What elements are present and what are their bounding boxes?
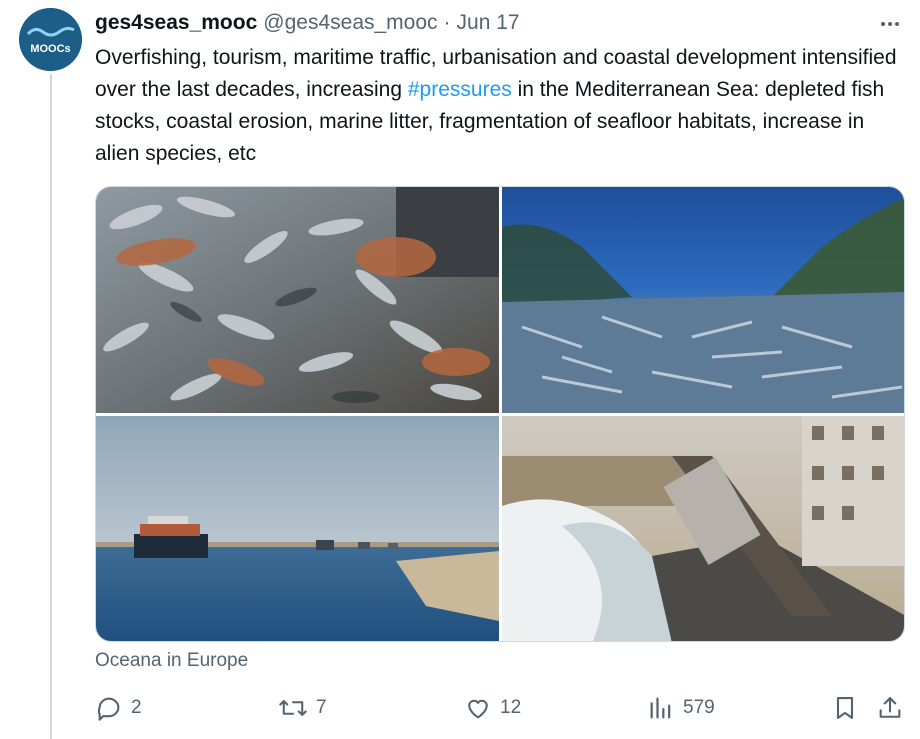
views-count: 579 — [683, 697, 715, 718]
repost-count: 7 — [316, 697, 327, 718]
bookmark-button[interactable] — [831, 690, 859, 726]
like-count: 12 — [500, 697, 522, 718]
share-icon — [879, 697, 901, 718]
bookmark-icon — [836, 697, 854, 719]
share-button[interactable] — [876, 690, 904, 726]
avatar[interactable]: MOOCs — [19, 8, 82, 71]
photo-fish-catch[interactable] — [96, 187, 499, 413]
like-button[interactable]: 12 — [464, 690, 521, 726]
more-dot — [881, 22, 885, 26]
more-dot — [895, 22, 899, 26]
tweet-text: Overfishing, tourism, maritime traffic, … — [95, 42, 900, 170]
views-icon — [650, 697, 671, 719]
photo-seagrass-seafloor[interactable] — [502, 187, 904, 413]
more-dot — [888, 22, 892, 26]
reply-button[interactable]: 2 — [95, 690, 142, 726]
heart-icon — [468, 699, 488, 719]
separator-dot: · — [443, 11, 451, 34]
thread-line — [50, 74, 52, 739]
repost-button[interactable]: 7 — [278, 690, 327, 726]
author-handle[interactable]: @ges4seas_mooc — [263, 11, 437, 35]
reply-count: 2 — [131, 697, 142, 718]
avatar-text: MOOCs — [30, 43, 70, 55]
hashtag-link[interactable]: #pressures — [408, 78, 512, 101]
mooc-logo: MOOCs — [19, 8, 82, 71]
reply-icon — [97, 697, 120, 721]
photo-container-ships-canal[interactable] — [96, 416, 499, 641]
author-name[interactable]: ges4seas_mooc — [95, 11, 257, 35]
tweet-date[interactable]: Jun 17 — [457, 11, 520, 35]
photo-coastal-waves-train[interactable] — [502, 416, 904, 641]
media-source-label[interactable]: Oceana in Europe — [95, 650, 248, 672]
more-icon[interactable] — [874, 12, 906, 36]
tweet-header: ges4seas_mooc @ges4seas_mooc · Jun 17 — [95, 10, 520, 36]
views-button[interactable]: 579 — [647, 690, 715, 726]
media-grid — [95, 186, 905, 642]
repost-icon — [279, 700, 307, 716]
action-bar: 2 7 12 579 — [95, 690, 910, 726]
